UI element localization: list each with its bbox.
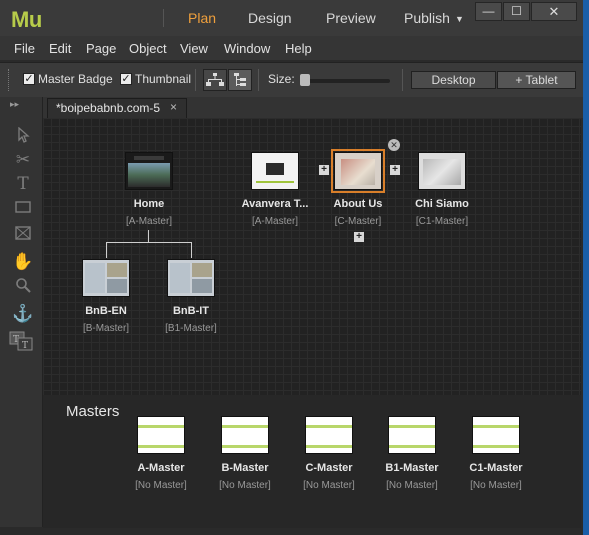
- page-node-bnb-it[interactable]: BnB-IT [B1-Master]: [141, 259, 241, 334]
- master-badge: [B1-Master]: [165, 323, 217, 334]
- remove-page-button[interactable]: ✕: [388, 139, 400, 151]
- selection-tool-icon[interactable]: [12, 126, 34, 147]
- close-tab-icon[interactable]: ×: [170, 100, 177, 114]
- sitemap-connector: [106, 242, 107, 258]
- master-thumbnail[interactable]: [388, 416, 436, 454]
- menu-view[interactable]: View: [180, 41, 208, 56]
- page-thumbnail[interactable]: [82, 259, 130, 297]
- master-thumbnail[interactable]: [137, 416, 185, 454]
- page-thumbnail[interactable]: [125, 152, 173, 190]
- menu-file[interactable]: File: [14, 41, 35, 56]
- menu-page[interactable]: Page: [86, 41, 116, 56]
- sitemap-view-button[interactable]: [203, 69, 227, 91]
- page-thumbnail-selected[interactable]: [331, 149, 385, 193]
- tools-panel: ▸▸ ✂ T ✋ ⚓ TT: [0, 97, 43, 527]
- page-node-chi-siamo[interactable]: Chi Siamo [C1-Master]: [392, 152, 492, 227]
- page-name[interactable]: Chi Siamo: [392, 198, 492, 210]
- menu-help[interactable]: Help: [285, 41, 312, 56]
- master-badge-checkbox[interactable]: ✓: [23, 73, 35, 85]
- page-thumbnail[interactable]: [418, 152, 466, 190]
- tree-view-button[interactable]: [228, 69, 252, 91]
- thumbnail-size-slider[interactable]: [302, 79, 390, 83]
- document-tab-title: *boipebabnb.com-5: [56, 101, 161, 115]
- page-thumbnail[interactable]: [251, 152, 299, 190]
- menu-edit[interactable]: Edit: [49, 41, 71, 56]
- thumbnail-checkbox[interactable]: ✓: [120, 73, 132, 85]
- maximize-button[interactable]: ☐: [503, 2, 530, 21]
- thumbnail-label[interactable]: Thumbnail: [135, 72, 191, 86]
- svg-text:T: T: [22, 341, 28, 351]
- menu-bar: File Edit Page Object View Window Help: [0, 36, 583, 60]
- master-badge: [C1-Master]: [415, 216, 469, 227]
- master-thumbnail[interactable]: [305, 416, 353, 454]
- mode-preview-tab[interactable]: Preview: [326, 10, 376, 26]
- title-bar: Mu Plan Design Preview Publish ▼ — ☐ ✕: [0, 0, 583, 36]
- menu-object[interactable]: Object: [129, 41, 167, 56]
- sitemap-connector: [106, 242, 192, 243]
- size-label: Size:: [268, 72, 295, 86]
- plan-toolbar: ✓ Master Badge ✓ Thumbnail Size: Desktop…: [0, 62, 583, 98]
- desktop-layout-button[interactable]: Desktop: [411, 71, 496, 89]
- add-tablet-layout-button[interactable]: + Tablet: [497, 71, 576, 89]
- page-node-home[interactable]: Home [A-Master]: [99, 152, 199, 227]
- master-badge-label[interactable]: Master Badge: [38, 72, 113, 86]
- tree-list-icon: [234, 73, 246, 86]
- svg-text:T: T: [13, 335, 19, 345]
- image-frame-tool-icon[interactable]: [12, 225, 34, 245]
- text-tool-icon[interactable]: T: [12, 174, 34, 194]
- chevron-down-icon[interactable]: ▼: [455, 14, 464, 24]
- panel-collapse-icon[interactable]: ▸▸: [10, 99, 19, 110]
- toolbar-grip[interactable]: [8, 69, 12, 91]
- desktop-background: [583, 0, 589, 535]
- anchor-tool-icon[interactable]: ⚓: [12, 304, 34, 324]
- minimize-button[interactable]: —: [475, 2, 502, 21]
- divider: [163, 9, 164, 27]
- hand-tool-icon[interactable]: ✋: [12, 252, 34, 272]
- menu-window[interactable]: Window: [224, 41, 270, 56]
- page-name[interactable]: Home: [99, 198, 199, 210]
- divider: [258, 69, 259, 91]
- master-node-c1[interactable]: C1-Master [No Master]: [446, 416, 546, 491]
- master-name[interactable]: C1-Master: [446, 462, 546, 474]
- divider: [195, 69, 196, 91]
- muse-window: Mu Plan Design Preview Publish ▼ — ☐ ✕ F…: [0, 0, 584, 535]
- sitemap-connector: [148, 230, 149, 242]
- add-sibling-left-button[interactable]: +: [319, 165, 329, 175]
- page-thumbnail[interactable]: [167, 259, 215, 297]
- page-name[interactable]: BnB-IT: [141, 305, 241, 317]
- master-badge: [No Master]: [470, 480, 522, 491]
- sitemap-connector: [191, 242, 192, 258]
- muse-logo: Mu: [11, 7, 42, 32]
- master-badge: [A-Master]: [125, 216, 173, 227]
- document-tab[interactable]: *boipebabnb.com-5 ×: [47, 98, 187, 118]
- master-thumbnail[interactable]: [472, 416, 520, 454]
- text-fill-toggle-icon[interactable]: TT: [8, 330, 34, 351]
- crop-tool-icon[interactable]: ✂: [12, 150, 34, 170]
- divider: [402, 69, 403, 91]
- add-child-page-button[interactable]: +: [354, 232, 364, 242]
- mode-publish-tab[interactable]: Publish: [404, 10, 450, 26]
- close-button[interactable]: ✕: [531, 2, 577, 21]
- sitemap-icon: [206, 73, 224, 86]
- add-sibling-right-button[interactable]: +: [390, 165, 400, 175]
- slider-thumb[interactable]: [300, 74, 310, 86]
- mode-plan-tab[interactable]: Plan: [188, 10, 216, 26]
- rectangle-tool-icon[interactable]: [12, 199, 34, 219]
- zoom-tool-icon[interactable]: [12, 277, 34, 297]
- master-thumbnail[interactable]: [221, 416, 269, 454]
- mode-design-tab[interactable]: Design: [248, 10, 292, 26]
